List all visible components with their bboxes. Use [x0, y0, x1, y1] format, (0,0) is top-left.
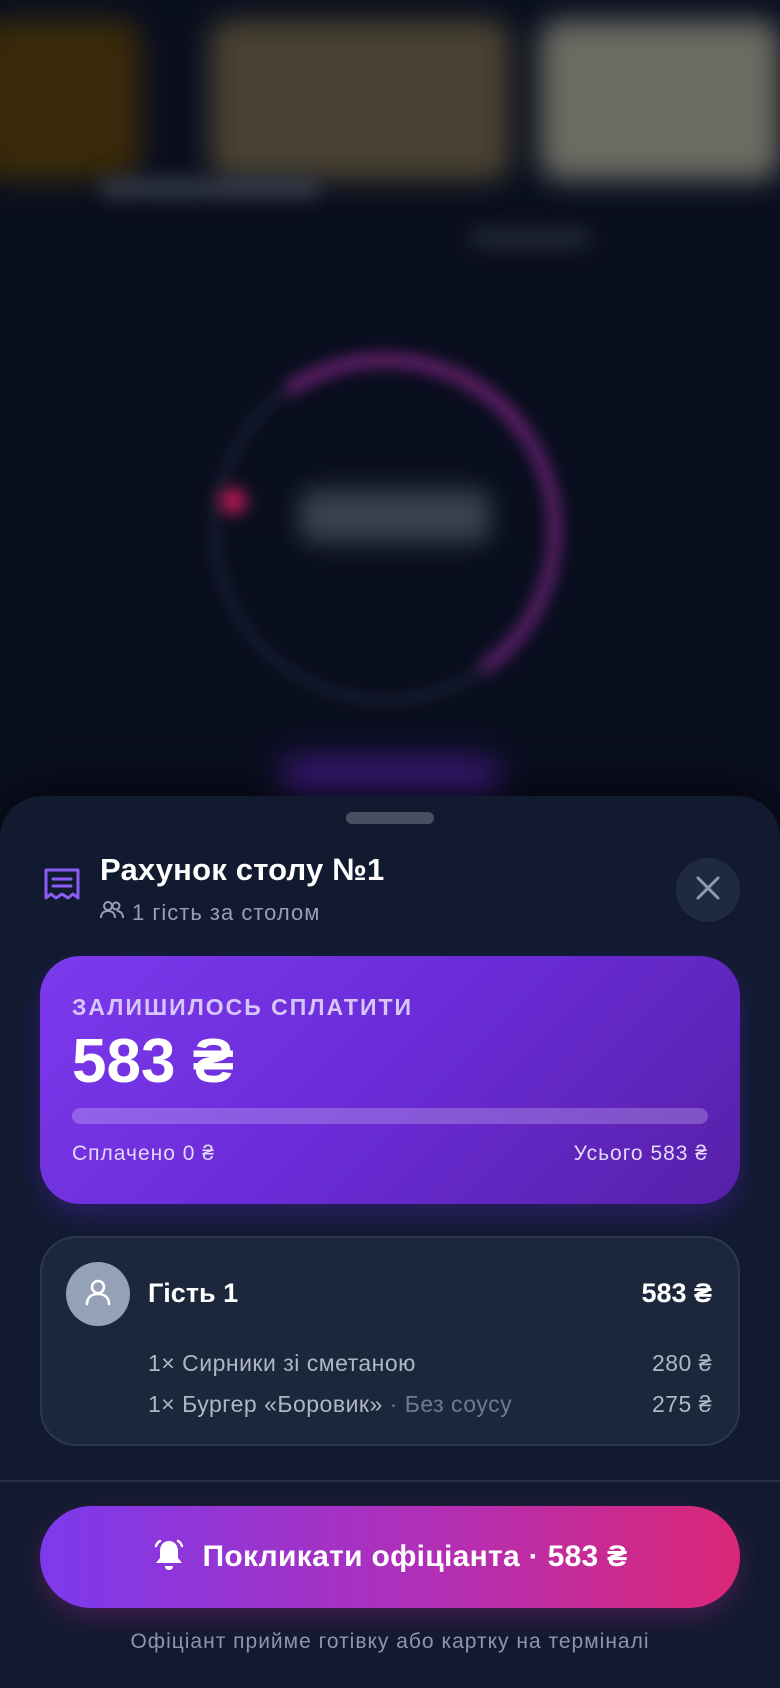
order-item: 1× Бургер «Боровик» · Без соусу	[148, 1391, 512, 1418]
total-amount: Усього 583 ₴	[573, 1142, 708, 1165]
order-item-price: 275 ₴	[651, 1391, 712, 1417]
background-button	[280, 760, 500, 796]
amount-due-card: ЗАЛИШИЛОСЬ СПЛАТИТИ 583 ₴ Сплачено 0 ₴ У…	[40, 956, 740, 1204]
order-item-name: 1× Сирники зі сметаною	[148, 1350, 416, 1376]
order-item-price: 280 ₴	[651, 1350, 712, 1376]
order-item: 1× Сирники зі сметаною	[148, 1350, 416, 1377]
guests-count-label: 1 гість за столом	[132, 900, 321, 925]
guest-card: Гість 1 583 ₴ 1× Сирники зі сметаною 280…	[40, 1236, 740, 1446]
background-ring-value	[300, 490, 490, 542]
payment-progress-bar	[72, 1108, 708, 1124]
amount-due-value: 583 ₴	[72, 1027, 235, 1096]
sheet-title: Рахунок столу №1	[100, 852, 385, 887]
bill-sheet: Рахунок столу №1 1 гість за столом ЗАЛИШ…	[0, 796, 780, 1688]
background-text	[470, 230, 590, 246]
close-icon	[695, 875, 721, 906]
call-waiter-label: Покликати офіціанта · 583 ₴	[202, 1540, 628, 1573]
sheet-grabber[interactable]	[346, 812, 434, 824]
guest-total: 583 ₴	[641, 1278, 712, 1308]
order-item-name: 1× Бургер «Боровик»	[148, 1391, 383, 1417]
payment-footnote: Офіціант прийме готівку або картку на те…	[130, 1630, 650, 1653]
background-photo	[0, 20, 140, 180]
paid-amount: Сплачено 0 ₴	[72, 1142, 215, 1165]
guest-name: Гість 1	[148, 1278, 239, 1308]
amount-due-label: ЗАЛИШИЛОСЬ СПЛАТИТИ	[72, 994, 414, 1020]
user-icon	[83, 1277, 113, 1312]
background-app	[0, 0, 780, 900]
footer-divider	[0, 1480, 780, 1482]
users-icon	[100, 900, 124, 926]
background-text	[100, 180, 320, 196]
background-photo	[210, 20, 510, 180]
receipt-icon	[42, 866, 82, 906]
avatar	[66, 1262, 130, 1326]
bell-icon	[153, 1538, 185, 1577]
close-button[interactable]	[676, 858, 740, 922]
background-photo	[540, 20, 780, 180]
order-item-note: · Без соусу	[382, 1391, 513, 1417]
background-ring-dot	[220, 488, 246, 514]
call-waiter-button[interactable]: Покликати офіціанта · 583 ₴	[40, 1506, 740, 1608]
guests-count: 1 гість за столом	[100, 900, 320, 926]
